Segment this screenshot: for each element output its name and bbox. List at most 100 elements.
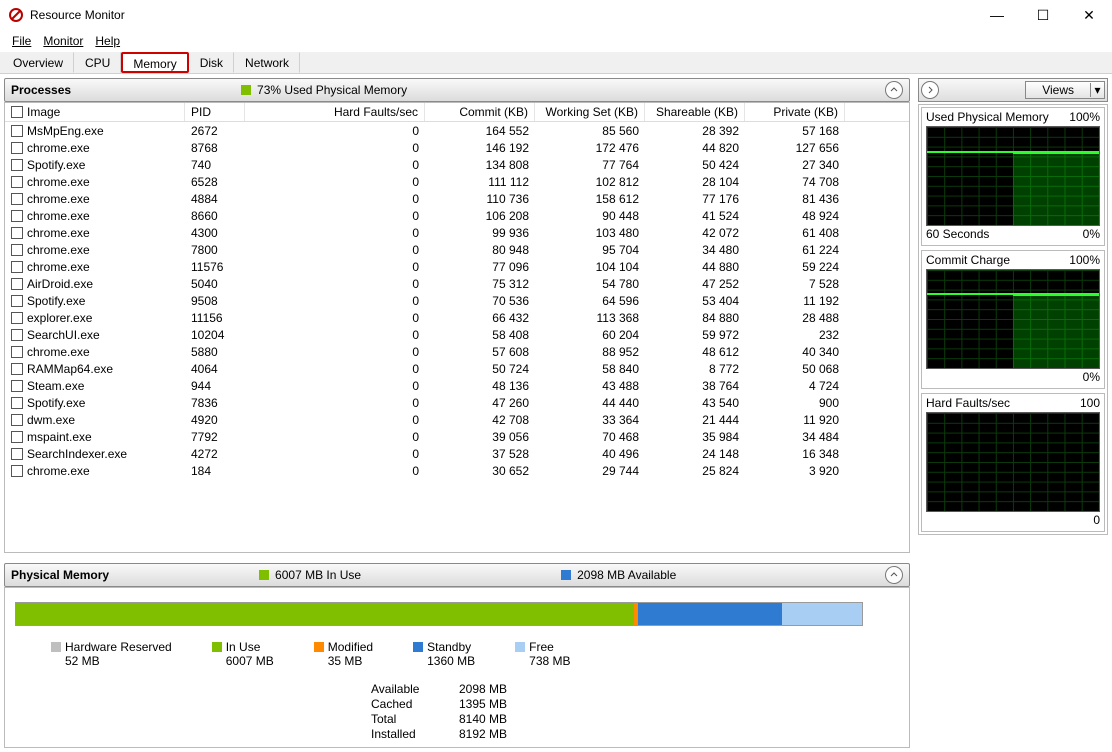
- proc-sh: 48 612: [645, 343, 745, 361]
- right-collapse-icon[interactable]: [921, 81, 939, 99]
- table-row[interactable]: Spotify.exe7400134 80877 76450 42427 340: [5, 156, 909, 173]
- titlebar: Resource Monitor — ☐ ✕: [0, 0, 1112, 30]
- table-row[interactable]: chrome.exe5880057 60888 95248 61240 340: [5, 343, 909, 360]
- row-checkbox[interactable]: [11, 363, 23, 375]
- table-row[interactable]: SearchIndexer.exe4272037 52840 49624 148…: [5, 445, 909, 462]
- col-commit[interactable]: Commit (KB): [425, 103, 535, 121]
- row-checkbox[interactable]: [11, 176, 23, 188]
- tab-network[interactable]: Network: [234, 52, 300, 73]
- col-image[interactable]: Image: [5, 103, 185, 121]
- physmem-collapse-icon[interactable]: [885, 566, 903, 584]
- graph-title: Commit Charge: [926, 253, 1010, 267]
- row-checkbox[interactable]: [11, 193, 23, 205]
- table-row[interactable]: chrome.exe7800080 94895 70434 48061 224: [5, 241, 909, 258]
- row-checkbox[interactable]: [11, 465, 23, 477]
- graph-topright: 100%: [1069, 110, 1100, 124]
- proc-commit: 66 432: [425, 309, 535, 327]
- proc-image: chrome.exe: [27, 209, 90, 223]
- proc-pv: 50 068: [745, 360, 845, 378]
- tab-memory[interactable]: Memory: [121, 52, 188, 73]
- table-row[interactable]: Spotify.exe7836047 26044 44043 540900: [5, 394, 909, 411]
- proc-ws: 103 480: [535, 224, 645, 242]
- row-checkbox[interactable]: [11, 380, 23, 392]
- proc-pv: 16 348: [745, 445, 845, 463]
- col-shareable[interactable]: Shareable (KB): [645, 103, 745, 121]
- row-checkbox[interactable]: [11, 244, 23, 256]
- row-checkbox[interactable]: [11, 346, 23, 358]
- physmem-seg-inuse: [16, 603, 634, 625]
- row-checkbox[interactable]: [11, 261, 23, 273]
- row-checkbox[interactable]: [11, 397, 23, 409]
- views-button[interactable]: Views ▾: [1025, 81, 1105, 99]
- row-checkbox[interactable]: [11, 312, 23, 324]
- table-row[interactable]: chrome.exe11576077 096104 10444 88059 22…: [5, 258, 909, 275]
- proc-ws: 95 704: [535, 241, 645, 259]
- maximize-button[interactable]: ☐: [1020, 0, 1066, 30]
- table-row[interactable]: chrome.exe4300099 936103 48042 07261 408: [5, 224, 909, 241]
- tab-disk[interactable]: Disk: [189, 52, 234, 73]
- table-row[interactable]: chrome.exe86600106 20890 44841 52448 924: [5, 207, 909, 224]
- proc-pid: 8660: [185, 207, 245, 225]
- proc-commit: 134 808: [425, 156, 535, 174]
- table-row[interactable]: chrome.exe87680146 192172 47644 820127 6…: [5, 139, 909, 156]
- stat-value: 8140 MB: [459, 712, 549, 726]
- select-all-checkbox[interactable]: [11, 106, 23, 118]
- row-checkbox[interactable]: [11, 448, 23, 460]
- row-checkbox[interactable]: [11, 125, 23, 137]
- proc-pid: 11156: [185, 309, 245, 327]
- proc-ws: 90 448: [535, 207, 645, 225]
- row-checkbox[interactable]: [11, 159, 23, 171]
- row-checkbox[interactable]: [11, 278, 23, 290]
- row-checkbox[interactable]: [11, 142, 23, 154]
- menu-file[interactable]: File: [6, 32, 37, 50]
- table-row[interactable]: chrome.exe65280111 112102 81228 10474 70…: [5, 173, 909, 190]
- proc-pid: 740: [185, 156, 245, 174]
- minimize-button[interactable]: —: [974, 0, 1020, 30]
- processes-collapse-icon[interactable]: [885, 81, 903, 99]
- table-row[interactable]: AirDroid.exe5040075 31254 78047 2527 528: [5, 275, 909, 292]
- table-row[interactable]: chrome.exe184030 65229 74425 8243 920: [5, 462, 909, 479]
- processes-body[interactable]: MsMpEng.exe26720164 55285 56028 39257 16…: [5, 122, 909, 552]
- processes-header[interactable]: Processes 73% Used Physical Memory: [4, 78, 910, 102]
- proc-ws: 158 612: [535, 190, 645, 208]
- views-dropdown-icon[interactable]: ▾: [1090, 83, 1104, 97]
- table-row[interactable]: Steam.exe944048 13643 48838 7644 724: [5, 377, 909, 394]
- table-row[interactable]: Spotify.exe9508070 53664 59653 40411 192: [5, 292, 909, 309]
- stat-value: 2098 MB: [459, 682, 549, 696]
- proc-sh: 28 392: [645, 122, 745, 140]
- tab-cpu[interactable]: CPU: [74, 52, 121, 73]
- table-row[interactable]: RAMMap64.exe4064050 72458 8408 77250 068: [5, 360, 909, 377]
- table-row[interactable]: explorer.exe11156066 432113 36884 88028 …: [5, 309, 909, 326]
- table-row[interactable]: SearchUI.exe10204058 40860 20459 972232: [5, 326, 909, 343]
- row-checkbox[interactable]: [11, 414, 23, 426]
- close-button[interactable]: ✕: [1066, 0, 1112, 30]
- table-row[interactable]: mspaint.exe7792039 05670 46835 98434 484: [5, 428, 909, 445]
- physmem-header[interactable]: Physical Memory 6007 MB In Use 2098 MB A…: [4, 563, 910, 587]
- proc-ws: 88 952: [535, 343, 645, 361]
- row-checkbox[interactable]: [11, 431, 23, 443]
- table-row[interactable]: chrome.exe48840110 736158 61277 17681 43…: [5, 190, 909, 207]
- tab-overview[interactable]: Overview: [2, 52, 74, 73]
- proc-sh: 77 176: [645, 190, 745, 208]
- proc-image: chrome.exe: [27, 192, 90, 206]
- proc-sh: 35 984: [645, 428, 745, 446]
- graph-topright: 100%: [1069, 253, 1100, 267]
- row-checkbox[interactable]: [11, 210, 23, 222]
- row-checkbox[interactable]: [11, 295, 23, 307]
- proc-hf: 0: [245, 462, 425, 480]
- proc-pid: 7836: [185, 394, 245, 412]
- row-checkbox[interactable]: [11, 227, 23, 239]
- menu-help[interactable]: Help: [89, 32, 126, 50]
- col-hardfaults[interactable]: Hard Faults/sec: [245, 103, 425, 121]
- table-row[interactable]: MsMpEng.exe26720164 55285 56028 39257 16…: [5, 122, 909, 139]
- col-pid[interactable]: PID: [185, 103, 245, 121]
- col-private[interactable]: Private (KB): [745, 103, 845, 121]
- col-workingset[interactable]: Working Set (KB): [535, 103, 645, 121]
- table-row[interactable]: dwm.exe4920042 70833 36421 44411 920: [5, 411, 909, 428]
- window-buttons: — ☐ ✕: [974, 0, 1112, 30]
- row-checkbox[interactable]: [11, 329, 23, 341]
- menu-monitor[interactable]: Monitor: [37, 32, 89, 50]
- physmem-seg-standby: [638, 603, 782, 625]
- proc-pid: 7792: [185, 428, 245, 446]
- proc-pv: 127 656: [745, 139, 845, 157]
